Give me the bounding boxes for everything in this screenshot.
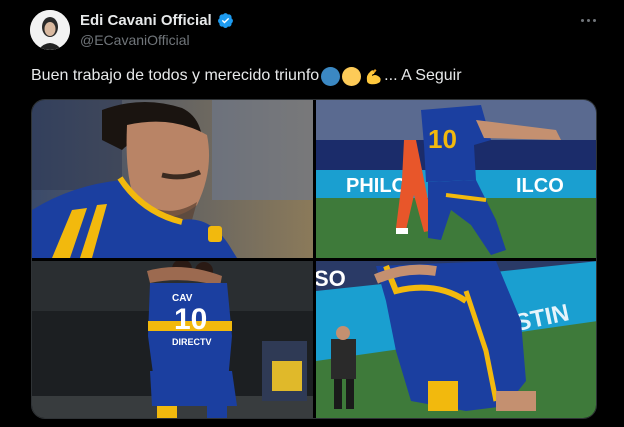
team-hug-image: CAV 10 DIRECTV (32, 261, 313, 418)
jersey-number: 10 (428, 124, 457, 154)
media-grid: PHILO ILCO 10 CAV 10 DIRECTV SO DISTIN (31, 99, 597, 419)
photo-4[interactable]: SO DISTIN (316, 261, 596, 418)
banner-text: PHILO (346, 175, 407, 197)
tweet-card: Edi Cavani Official @ECavaniOfficial Bue… (0, 0, 624, 427)
author-avatar[interactable] (30, 10, 70, 50)
tweet-text-suffix: ... A Seguir (384, 67, 462, 84)
tweet-text: Buen trabajo de todos y merecido triunfo… (31, 66, 462, 86)
corner-text: SO (316, 266, 346, 291)
author-display-name[interactable]: Edi Cavani Official (80, 12, 212, 29)
blue-circle-emoji-icon (321, 66, 341, 86)
yellow-circle-emoji-icon (342, 66, 362, 86)
banner-text-2: ILCO (516, 175, 564, 197)
player-closeup-image (32, 100, 313, 258)
author-name-row: Edi Cavani Official (80, 12, 234, 29)
tweet-text-main: Buen trabajo de todos y merecido triunfo (31, 67, 320, 84)
author-handle[interactable]: @ECavaniOfficial (80, 32, 190, 48)
photo-2[interactable]: PHILO ILCO 10 (316, 100, 596, 258)
photo-3[interactable]: CAV 10 DIRECTV (32, 261, 313, 418)
more-options-icon[interactable] (576, 10, 600, 30)
verified-badge-icon (217, 13, 233, 29)
profile-photo-icon (30, 10, 70, 50)
sponsor-text: DIRECTV (172, 337, 212, 347)
celebration-pitch-image: PHILO ILCO 10 (316, 100, 596, 258)
photo-1[interactable] (32, 100, 313, 258)
jersey-number-3: 10 (174, 303, 207, 336)
embrace-billboard-image: SO DISTIN (316, 261, 596, 418)
flexed-biceps-emoji-icon (366, 69, 381, 85)
